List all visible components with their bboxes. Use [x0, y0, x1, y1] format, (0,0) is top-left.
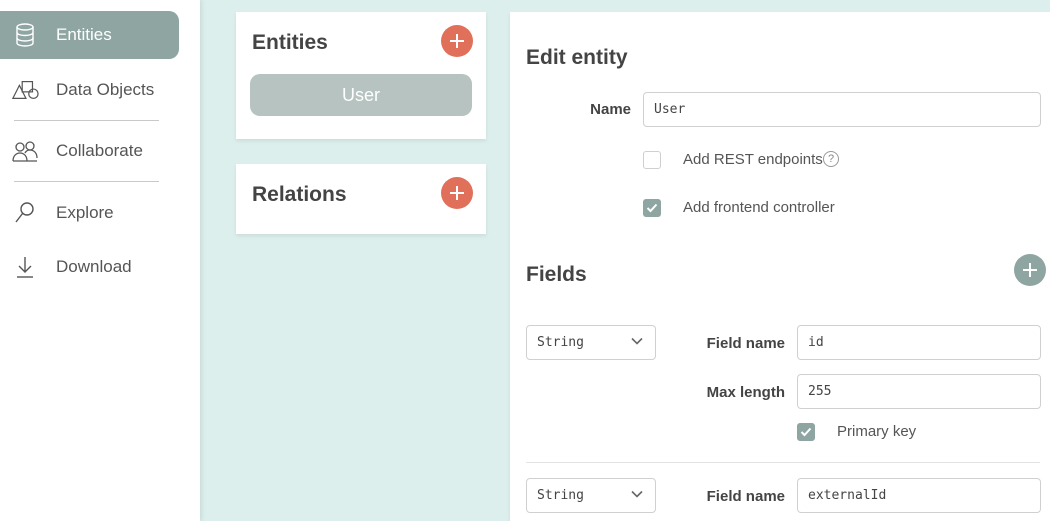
plus-icon	[450, 186, 464, 200]
checkmark-icon	[646, 203, 658, 213]
fields-title: Fields	[526, 263, 587, 286]
chevron-down-icon	[631, 337, 643, 345]
field-type-select[interactable]: String	[526, 478, 656, 513]
entity-item-user[interactable]: User	[250, 74, 472, 116]
relations-card: Relations	[236, 164, 486, 234]
entities-title: Entities	[252, 31, 328, 54]
field-type-select[interactable]: String	[526, 325, 656, 360]
plus-icon	[450, 34, 464, 48]
plus-icon	[1023, 263, 1037, 277]
sidebar-item-entities[interactable]: Entities	[0, 11, 179, 59]
rest-endpoints-checkbox[interactable]	[643, 151, 661, 169]
edit-entity-panel: Edit entity Name User Add REST endpoints…	[510, 12, 1050, 521]
rest-endpoints-label: Add REST endpoints	[683, 151, 823, 168]
sidebar: Entities Data Objects Collaborate Explor…	[0, 0, 200, 521]
sidebar-item-download[interactable]: Download	[0, 243, 179, 291]
edit-entity-title: Edit entity	[526, 46, 628, 69]
sidebar-item-label: Explore	[56, 203, 114, 222]
relations-title: Relations	[252, 183, 347, 206]
sidebar-item-label: Data Objects	[56, 80, 155, 99]
sidebar-item-data-objects[interactable]: Data Objects	[0, 66, 179, 114]
max-length-input[interactable]: 255	[797, 374, 1041, 409]
magnifier-icon	[11, 199, 39, 227]
entity-name-input[interactable]: User	[643, 92, 1041, 127]
field-name-input[interactable]: id	[797, 325, 1041, 360]
sidebar-item-label: Collaborate	[56, 141, 143, 160]
database-icon	[11, 21, 39, 49]
sidebar-item-collaborate[interactable]: Collaborate	[0, 127, 179, 175]
name-label: Name	[590, 101, 631, 118]
entities-card: Entities User	[236, 12, 486, 139]
field-type-value: String	[537, 335, 584, 350]
sidebar-item-label: Download	[56, 257, 132, 276]
sidebar-divider	[14, 120, 159, 121]
frontend-controller-label: Add frontend controller	[683, 199, 835, 216]
collaborate-icon	[11, 137, 39, 165]
help-icon[interactable]: ?	[823, 151, 839, 167]
sidebar-item-label: Entities	[56, 25, 112, 44]
field-name-label: Field name	[706, 488, 785, 505]
shapes-icon	[11, 76, 39, 104]
add-relation-button[interactable]	[441, 177, 473, 209]
add-field-button[interactable]	[1014, 254, 1046, 286]
field-type-value: String	[537, 488, 584, 503]
chevron-down-icon	[631, 490, 643, 498]
field-name-input[interactable]: externalId	[797, 478, 1041, 513]
add-entity-button[interactable]	[441, 25, 473, 57]
frontend-controller-checkbox[interactable]	[643, 199, 661, 217]
download-icon	[11, 253, 39, 281]
field-divider	[526, 462, 1040, 463]
field-name-label: Field name	[706, 335, 785, 352]
sidebar-divider	[14, 181, 159, 182]
checkmark-icon	[800, 427, 812, 437]
primary-key-label: Primary key	[837, 423, 917, 440]
primary-key-checkbox[interactable]	[797, 423, 815, 441]
max-length-label: Max length	[706, 384, 785, 401]
sidebar-item-explore[interactable]: Explore	[0, 189, 179, 237]
